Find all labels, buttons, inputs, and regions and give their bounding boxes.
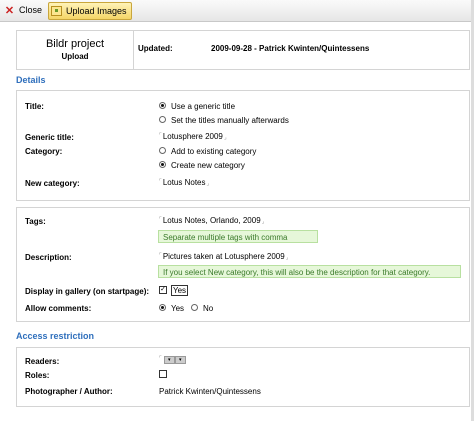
category-option-existing[interactable]: Add to existing category — [159, 147, 256, 156]
upload-label: Upload Images — [66, 6, 127, 16]
updated-value: 2009-09-28 - Patrick Kwinten/Quintessens — [211, 44, 370, 53]
comments-option-no[interactable]: No — [191, 304, 213, 313]
toolbar: ✕ Close Upload Images — [0, 0, 474, 22]
radio-icon — [159, 116, 166, 124]
close-label: Close — [19, 5, 43, 15]
photographer-value: Patrick Kwinten/Quintessens — [159, 387, 261, 396]
close-button[interactable]: ✕ Close — [4, 2, 42, 18]
title-label: Title: — [25, 102, 44, 111]
description-label: Description: — [25, 253, 72, 262]
category-option-existing-label: Add to existing category — [171, 147, 257, 156]
comments-option-yes[interactable]: Yes — [159, 304, 184, 313]
photographer-label: Photographer / Author: — [25, 387, 113, 396]
radio-icon — [159, 304, 166, 312]
dropdown-icon[interactable]: ▾ — [174, 355, 186, 364]
updated-label: Updated: — [138, 44, 173, 53]
description-hint: If you select New category, this will al… — [158, 265, 461, 278]
dropdown-icon[interactable]: ▾ — [163, 355, 175, 364]
radio-icon — [159, 161, 166, 169]
title-option-manual[interactable]: Set the titles manually afterwards — [159, 116, 289, 125]
upload-images-button[interactable]: Upload Images — [48, 2, 132, 20]
description-field[interactable]: ⌜Pictures taken at Lotusphere 2009⌟ — [159, 252, 288, 261]
radio-icon — [159, 102, 166, 110]
access-panel: Readers: ⌜ ▾ ▾ Roles: Photographer / Autho… — [16, 347, 470, 407]
checkbox-checked-icon: ✓ — [159, 285, 167, 294]
tags-field[interactable]: ⌜Lotus Notes, Orlando, 2009⌟ — [159, 216, 264, 225]
tags-label: Tags: — [25, 217, 46, 226]
readers-field[interactable]: ⌜ ▾ ▾ — [159, 355, 186, 364]
comments-label: Allow comments: — [25, 304, 92, 313]
radio-icon — [159, 147, 166, 155]
generic-title-value: Lotusphere 2009 — [162, 132, 223, 141]
generic-title-field[interactable]: ⌜Lotusphere 2009⌟ — [159, 132, 227, 141]
roles-label: Roles: — [25, 371, 50, 380]
checkbox-icon — [159, 369, 167, 378]
roles-checkbox[interactable] — [159, 369, 171, 379]
access-heading: Access restriction — [16, 331, 95, 341]
comments-option-no-label: No — [203, 304, 214, 313]
readers-label: Readers: — [25, 357, 60, 366]
details-panel: Title: Use a generic title Set the title… — [16, 90, 470, 201]
tags-value: Lotus Notes, Orlando, 2009 — [162, 216, 261, 225]
category-option-new[interactable]: Create new category — [159, 161, 245, 170]
close-icon: ✕ — [4, 4, 15, 17]
title-option-generic[interactable]: Use a generic title — [159, 102, 235, 111]
project-name: Bildr project — [45, 38, 105, 50]
comments-option-yes-label: Yes — [171, 304, 185, 313]
gallery-label: Display in gallery (on startpage): — [25, 287, 150, 296]
tags-hint: Separate multiple tags with comma — [158, 230, 318, 243]
description-value: Pictures taken at Lotusphere 2009 — [162, 252, 285, 261]
title-option-manual-label: Set the titles manually afterwards — [171, 116, 289, 125]
details-heading: Details — [16, 75, 46, 85]
gallery-checkbox[interactable]: ✓ Yes — [159, 285, 189, 296]
project-header: Bildr project Upload Updated: 2009-09-28… — [16, 30, 470, 70]
project-action: Upload — [61, 52, 89, 61]
new-category-field[interactable]: ⌜Lotus Notes⌟ — [159, 178, 209, 187]
generic-title-label: Generic title: — [25, 133, 74, 142]
new-category-label: New category: — [25, 179, 80, 188]
new-category-value: Lotus Notes — [162, 178, 206, 187]
project-block: Bildr project Upload — [17, 31, 134, 69]
title-option-generic-label: Use a generic title — [171, 102, 236, 111]
tags-panel: Tags: ⌜Lotus Notes, Orlando, 2009⌟ Separ… — [16, 207, 470, 322]
upload-icon — [51, 6, 62, 17]
radio-icon — [191, 304, 198, 312]
gallery-value: Yes — [171, 285, 189, 296]
category-option-new-label: Create new category — [171, 161, 245, 170]
category-label: Category: — [25, 147, 63, 156]
